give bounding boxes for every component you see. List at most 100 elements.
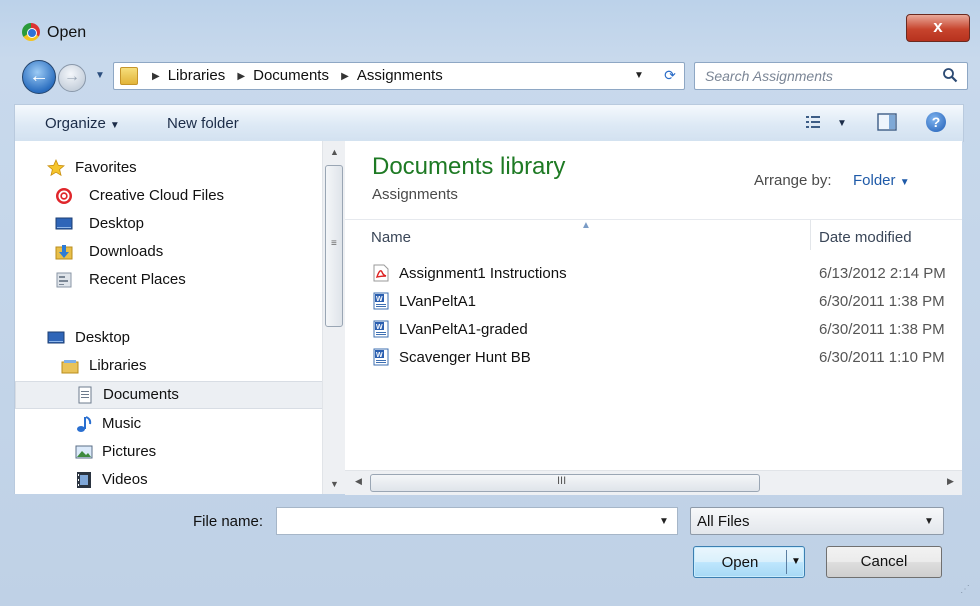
- file-list-pane: Documents library Assignments Arrange by…: [345, 141, 962, 470]
- file-date: 6/30/2011 1:38 PM: [819, 321, 945, 338]
- breadcrumb-documents[interactable]: Documents: [253, 67, 329, 84]
- word-doc-icon: W: [373, 320, 389, 338]
- sidebar-item-recent-places[interactable]: Recent Places: [15, 267, 321, 293]
- command-toolbar: Organize ▼ New folder ▼ ?: [14, 104, 964, 142]
- sidebar-item-downloads[interactable]: Downloads: [15, 239, 321, 265]
- column-divider[interactable]: [810, 220, 811, 250]
- sidebar-item-label: Libraries: [89, 357, 147, 374]
- folder-icon: [120, 67, 138, 85]
- svg-text:W: W: [376, 296, 383, 303]
- sidebar-item-label: Desktop: [89, 215, 145, 232]
- sidebar-item-music[interactable]: Music: [15, 411, 321, 437]
- file-name-dropdown-icon[interactable]: ▼: [659, 516, 669, 527]
- window-title: Open: [47, 24, 87, 41]
- cancel-button[interactable]: Cancel: [826, 546, 942, 578]
- title-bar: Open x: [0, 0, 980, 58]
- file-date: 6/30/2011 1:10 PM: [819, 349, 945, 366]
- column-date-modified[interactable]: Date modified: [819, 229, 912, 246]
- chevron-right-icon[interactable]: ▶: [237, 71, 245, 82]
- file-type-select[interactable]: All Files ▼: [690, 507, 944, 535]
- file-type-value: All Files: [697, 513, 750, 530]
- column-name[interactable]: Name: [371, 229, 411, 246]
- file-list-scrollbar[interactable]: ◀ III ▶: [345, 470, 962, 495]
- change-view-icon[interactable]: [805, 114, 821, 130]
- pdf-icon: [373, 264, 389, 282]
- library-title: Documents library: [372, 153, 566, 180]
- file-row[interactable]: W LVanPeltA1-graded 6/30/2011 1:38 PM: [345, 316, 962, 343]
- address-dropdown-icon[interactable]: ▼: [634, 70, 644, 81]
- views-dropdown-icon[interactable]: ▼: [837, 118, 847, 129]
- sidebar-item-label: Desktop: [75, 329, 131, 346]
- file-name-label: File name:: [193, 513, 264, 530]
- sidebar-item-label: Creative Cloud Files: [89, 187, 225, 204]
- address-bar[interactable]: ▶ Libraries ▶ Documents ▶ Assignments ▼ ⟳: [113, 62, 685, 90]
- organize-button[interactable]: Organize ▼: [45, 115, 120, 132]
- file-name: Scavenger Hunt BB: [399, 349, 531, 366]
- preview-pane-icon[interactable]: [877, 113, 897, 131]
- search-placeholder: Search Assignments: [705, 68, 833, 84]
- grip-icon: III: [557, 475, 567, 487]
- file-name-field[interactable]: ▼: [276, 507, 678, 535]
- nav-scrollbar[interactable]: ▲ ≡ ▼: [322, 141, 345, 494]
- open-options-dropdown-icon[interactable]: ▼: [791, 556, 801, 567]
- sidebar-item-desktop[interactable]: Desktop: [15, 211, 321, 237]
- downloads-folder-icon: [55, 245, 73, 260]
- sidebar-item-favorites[interactable]: Favorites: [15, 155, 321, 181]
- chevron-right-icon[interactable]: ▶: [341, 71, 349, 82]
- file-row[interactable]: W LVanPeltA1 6/30/2011 1:38 PM: [345, 288, 962, 315]
- scroll-right-arrow-icon[interactable]: ▶: [947, 476, 954, 487]
- file-row[interactable]: W Scavenger Hunt BB 6/30/2011 1:10 PM: [345, 344, 962, 371]
- refresh-icon[interactable]: ⟳: [661, 66, 679, 84]
- forward-button[interactable]: →: [58, 64, 86, 92]
- scroll-down-arrow-icon[interactable]: ▼: [330, 479, 339, 489]
- libraries-icon: [61, 360, 79, 374]
- open-button-label: Open: [721, 554, 759, 571]
- chrome-app-icon: [22, 23, 40, 41]
- scroll-thumb[interactable]: ≡: [325, 165, 343, 327]
- search-icon[interactable]: [942, 67, 958, 83]
- file-date: 6/13/2012 2:14 PM: [819, 265, 946, 282]
- sidebar-item-libraries[interactable]: Libraries: [15, 353, 321, 379]
- sidebar-item-desktop-root[interactable]: Desktop: [15, 325, 321, 351]
- documents-icon: [78, 386, 92, 404]
- search-input[interactable]: Search Assignments: [694, 62, 968, 90]
- creative-cloud-icon: [56, 188, 72, 204]
- sidebar-item-videos[interactable]: Videos: [15, 467, 321, 493]
- word-doc-icon: W: [373, 292, 389, 310]
- sidebar-item-pictures[interactable]: Pictures: [15, 439, 321, 465]
- help-icon[interactable]: ?: [926, 112, 946, 132]
- svg-text:W: W: [376, 352, 383, 359]
- arrange-by-dropdown[interactable]: Folder ▼: [853, 172, 910, 189]
- file-row[interactable]: Assignment1 Instructions 6/13/2012 2:14 …: [345, 260, 962, 287]
- sidebar-item-label: Favorites: [75, 159, 137, 176]
- svg-text:W: W: [376, 324, 383, 331]
- back-button[interactable]: ←: [22, 60, 56, 94]
- chevron-right-icon[interactable]: ▶: [152, 71, 160, 82]
- new-folder-button[interactable]: New folder: [167, 115, 239, 132]
- organize-label: Organize: [45, 115, 106, 132]
- chevron-down-icon: ▼: [924, 516, 934, 527]
- sidebar-item-documents[interactable]: Documents: [15, 381, 323, 409]
- resize-grip-icon[interactable]: ⋰: [960, 584, 970, 595]
- history-dropdown-icon[interactable]: ▼: [95, 70, 105, 81]
- scroll-thumb[interactable]: III: [370, 474, 760, 492]
- sidebar-item-label: Downloads: [89, 243, 164, 260]
- sidebar-item-creative-cloud-files[interactable]: Creative Cloud Files: [15, 183, 321, 209]
- word-doc-icon: W: [373, 348, 389, 366]
- scroll-left-arrow-icon[interactable]: ◀: [355, 476, 362, 487]
- videos-icon: [77, 472, 91, 488]
- library-subtitle: Assignments: [372, 186, 458, 203]
- split-divider: [786, 550, 787, 574]
- scroll-up-arrow-icon[interactable]: ▲: [330, 147, 339, 157]
- sidebar-item-label: Videos: [102, 471, 148, 488]
- column-header: ▲ Name Date modified: [345, 219, 962, 250]
- breadcrumb-assignments[interactable]: Assignments: [357, 67, 443, 84]
- breadcrumb-libraries[interactable]: Libraries: [168, 67, 226, 84]
- close-button[interactable]: x: [906, 14, 970, 42]
- sidebar-item-label: Pictures: [102, 443, 157, 460]
- breadcrumb: ▶ Libraries ▶ Documents ▶ Assignments: [144, 67, 443, 84]
- sidebar-item-label: Music: [102, 415, 142, 432]
- open-button[interactable]: Open ▼: [693, 546, 805, 578]
- chevron-down-icon: ▼: [899, 177, 910, 188]
- sidebar-item-label: Documents: [103, 386, 179, 403]
